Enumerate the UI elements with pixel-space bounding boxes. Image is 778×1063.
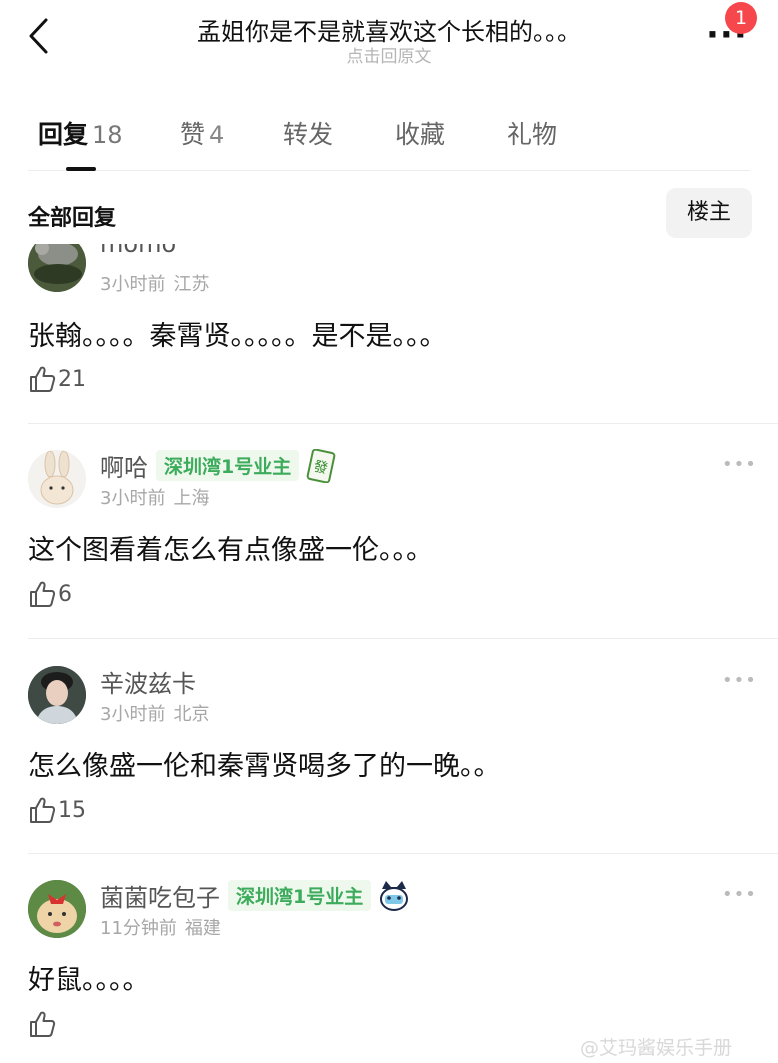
like-button[interactable]: 6 — [28, 580, 72, 610]
back-to-original-link[interactable]: 点击回原文 — [100, 42, 678, 67]
comment-meta: 3小时前 北京 — [100, 700, 209, 726]
tab-reposts[interactable]: 转发 — [283, 115, 333, 151]
comment-item: 啊哈 深圳湾1号业主 發 3小时前 上海 ••• 这个图看着怎么有点像盛一伦。。。 … — [0, 448, 778, 638]
comment-more-button[interactable]: ••• — [722, 670, 757, 691]
bun-character-avatar-icon — [28, 880, 86, 938]
tab-label: 赞 — [180, 120, 206, 149]
user-tag[interactable]: 深圳湾1号业主 — [228, 880, 372, 911]
active-tab-indicator — [66, 167, 96, 171]
comment-item: 菌菌吃包子 深圳湾1号业主 11分钟前 福建 ••• 好鼠。。。。 — [0, 878, 778, 1058]
comment-text: 这个图看着怎么有点像盛一伦。。。 — [28, 535, 433, 566]
comment-text: 张翰。。。。秦霄贤。。。。。是不是。。。 — [28, 321, 447, 352]
all-replies-label: 全部回复 — [28, 206, 117, 231]
tab-count: 18 — [92, 121, 123, 149]
thumbs-up-icon — [30, 366, 56, 392]
cartoon-cat-sticker-icon — [377, 879, 409, 913]
top-bar: 孟姐你是不是就喜欢这个长相的。。。 点击回原文 ··· 1 — [0, 0, 778, 80]
comment-more-button[interactable]: ••• — [722, 454, 757, 475]
thumbs-up-icon — [30, 797, 56, 823]
comment-meta: 3小时前 江苏 — [100, 270, 209, 296]
notification-badge: 1 — [725, 2, 757, 34]
bunny-avatar-icon — [28, 450, 86, 508]
avatar[interactable] — [28, 666, 86, 724]
username[interactable]: 啊哈 — [100, 454, 148, 482]
comment-meta: 11分钟前 福建 — [100, 914, 221, 940]
tab-label: 礼物 — [507, 120, 558, 149]
name-row: momo — [100, 244, 176, 264]
comment-item: 辛波兹卡 3小时前 北京 ••• 怎么像盛一伦和秦霄贤喝多了的一晚。。 15 — [0, 664, 778, 854]
like-button[interactable]: 15 — [28, 796, 86, 826]
avatar[interactable] — [28, 450, 86, 508]
comment-time: 3小时前 — [100, 704, 166, 725]
name-row: 啊哈 深圳湾1号业主 發 — [100, 448, 337, 483]
comment-location: 江苏 — [173, 274, 210, 295]
like-count: 6 — [58, 581, 72, 607]
op-only-button[interactable]: 楼主 — [666, 188, 752, 238]
comment-time: 11分钟前 — [100, 918, 177, 939]
divider — [28, 853, 778, 854]
chevron-left-icon — [29, 18, 48, 54]
thumbs-up-icon — [30, 581, 56, 607]
like-count: 21 — [58, 366, 86, 392]
tab-count: 4 — [209, 121, 225, 149]
reply-filter-bar: 全部回复 楼主 — [0, 180, 778, 244]
username[interactable]: 辛波兹卡 — [100, 670, 196, 698]
avatar[interactable] — [28, 880, 86, 938]
comment-time: 3小时前 — [100, 274, 166, 295]
watermark: @艾玛酱娱乐手册 — [580, 1037, 733, 1059]
comment-text: 怎么像盛一伦和秦霄贤喝多了的一晚。。 — [28, 751, 501, 782]
like-count: 15 — [58, 797, 86, 823]
tab-label: 回复 — [38, 120, 89, 149]
tab-gifts[interactable]: 礼物 — [507, 115, 557, 151]
tab-bar: 回复 18 赞4 转发 收藏 礼物 — [28, 105, 750, 171]
comment-text: 好鼠。。。。 — [28, 965, 150, 996]
username[interactable]: momo — [100, 244, 176, 258]
cat-sticker-shape — [380, 880, 409, 911]
tab-replies[interactable]: 回复 18 — [38, 115, 123, 151]
mahjong-tile-shape: 發 — [306, 448, 336, 483]
thumbs-up-icon — [30, 1011, 56, 1037]
comment-meta: 3小时前 上海 — [100, 484, 209, 510]
portrait-avatar-icon — [28, 666, 86, 724]
like-button[interactable] — [28, 1010, 58, 1040]
tab-label: 转发 — [283, 120, 334, 149]
comment-location: 福建 — [184, 918, 221, 939]
divider — [28, 423, 778, 424]
comment-time: 3小时前 — [100, 488, 166, 509]
comment-item: momo 3小时前 江苏 张翰。。。。秦霄贤。。。。。是不是。。。 21 — [0, 244, 778, 424]
tab-label: 收藏 — [395, 120, 446, 149]
username[interactable]: 菌菌吃包子 — [100, 884, 220, 912]
comment-more-button[interactable]: ••• — [722, 884, 757, 905]
back-button[interactable] — [22, 14, 62, 58]
tab-likes[interactable]: 赞4 — [180, 115, 224, 151]
name-row: 菌菌吃包子 深圳湾1号业主 — [100, 878, 409, 912]
comment-location: 北京 — [173, 704, 210, 725]
avatar[interactable] — [28, 244, 86, 292]
comment-location: 上海 — [173, 488, 210, 509]
tab-favorites[interactable]: 收藏 — [395, 115, 445, 151]
like-button[interactable]: 21 — [28, 365, 86, 395]
mahjong-fa-tile-icon: 發 — [305, 448, 337, 483]
user-tag[interactable]: 深圳湾1号业主 — [156, 450, 300, 481]
name-row: 辛波兹卡 — [100, 664, 196, 698]
mouse-figurine-avatar-icon — [28, 244, 86, 292]
divider — [28, 638, 778, 639]
